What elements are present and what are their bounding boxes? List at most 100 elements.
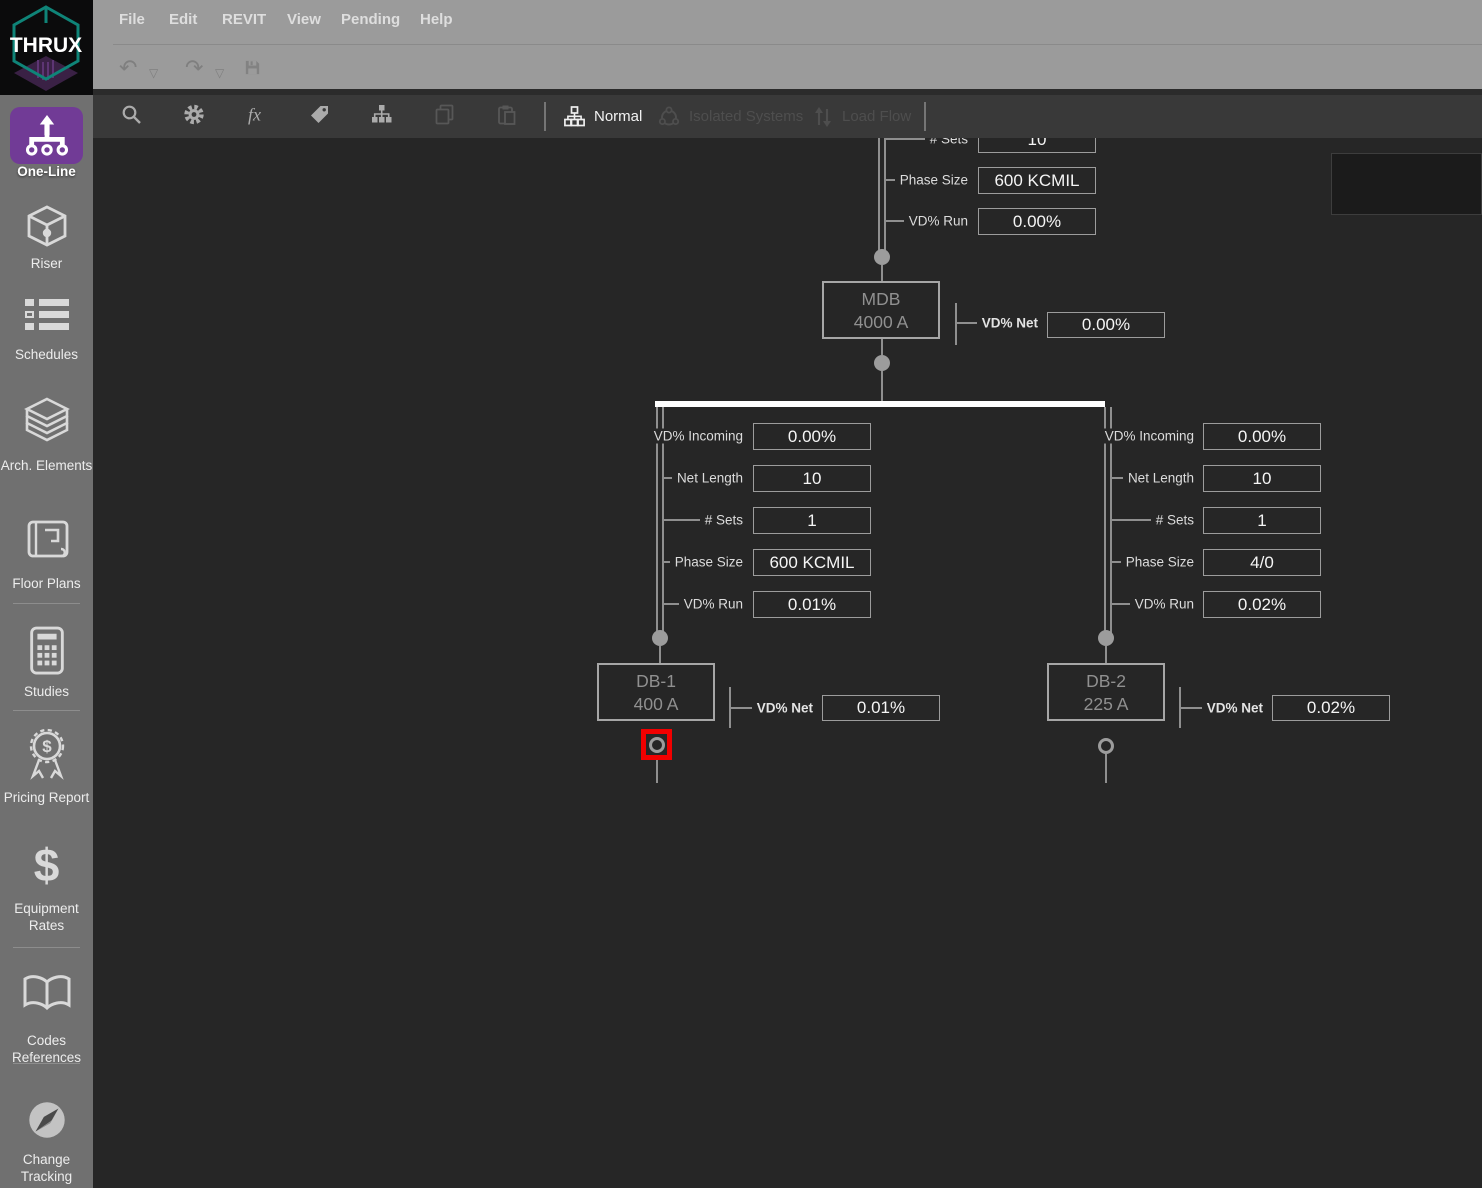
floor-plans-icon	[21, 515, 73, 565]
field-label: # Sets	[700, 513, 748, 528]
codes-references-icon	[21, 972, 73, 1014]
mode-load-flow-label: Load Flow	[842, 108, 911, 125]
field-value-box[interactable]: 4/0	[1203, 549, 1321, 576]
field-label: # Sets	[1151, 513, 1199, 528]
feeder-node[interactable]	[1098, 630, 1114, 646]
field-label: Phase Size	[895, 173, 973, 188]
redo-dropdown-icon[interactable]: ▽	[215, 62, 224, 84]
one-line-active-tile	[10, 107, 83, 164]
field-value-box[interactable]: 0.00%	[978, 208, 1096, 235]
tag-icon[interactable]	[309, 104, 330, 130]
sidebar-item-label: Riser	[0, 255, 93, 272]
isolated-systems-icon	[658, 106, 680, 128]
app-logo: THRUX	[0, 0, 93, 95]
net-label: VD% Net	[752, 701, 818, 716]
field-value-box[interactable]: 10	[753, 465, 871, 492]
feeder-node[interactable]	[874, 355, 890, 371]
floating-panel	[1331, 153, 1482, 215]
field-value-box[interactable]: 10	[978, 138, 1096, 153]
paste-icon[interactable]	[496, 104, 517, 130]
incoming-feeder-line[interactable]	[878, 138, 886, 250]
selection-highlight	[641, 729, 672, 760]
field-value-box[interactable]: 1	[1203, 507, 1321, 534]
menu-edit[interactable]: Edit	[169, 11, 197, 28]
connector-line	[881, 371, 883, 401]
equipment-rating: 225 A	[1084, 694, 1129, 714]
menu-view[interactable]: View	[287, 11, 321, 28]
sidebar-item-label: Arch. Elements	[0, 457, 93, 474]
one-line-canvas[interactable]: # Sets 10 Phase Size 600 KCMIL VD% Run 0…	[93, 138, 1482, 1188]
connector-line	[881, 265, 883, 281]
copy-icon[interactable]	[434, 104, 455, 130]
riser-icon	[23, 205, 71, 251]
toolbar-separator	[544, 102, 546, 131]
mode-normal-button[interactable]: Normal	[564, 95, 642, 138]
logo-text: THRUX	[10, 34, 82, 57]
undo-icon[interactable]: ↶	[119, 57, 137, 79]
sidebar-item-one-line[interactable]: One-Line	[0, 95, 93, 185]
search-icon[interactable]	[121, 104, 142, 130]
field-value-box[interactable]: 0.02%	[1203, 591, 1321, 618]
equipment-rates-icon: $	[34, 842, 60, 888]
load-node[interactable]	[1098, 738, 1114, 754]
equipment-rating: 4000 A	[854, 312, 909, 332]
menu-pending[interactable]: Pending	[341, 11, 400, 28]
field-label: Phase Size	[670, 555, 748, 570]
field-label: Net Length	[1123, 471, 1199, 486]
feeder-node[interactable]	[652, 630, 668, 646]
schedules-icon	[23, 297, 71, 333]
field-label: VD% Incoming	[649, 429, 748, 444]
one-line-icon	[24, 114, 70, 158]
net-value-box[interactable]: 0.02%	[1272, 695, 1390, 721]
field-label: VD% Run	[1130, 597, 1199, 612]
sidebar-item-label: Schedules	[0, 346, 93, 363]
one-line-icon[interactable]	[371, 104, 392, 130]
sidebar-separator	[13, 603, 80, 604]
redo-icon[interactable]: ↷	[185, 57, 203, 79]
equipment-name: MDB	[862, 289, 901, 309]
field-label: # Sets	[925, 138, 973, 147]
app-window: # Sets 10 Phase Size 600 KCMIL VD% Run 0…	[0, 0, 1482, 1188]
sidebar-item-label: Studies	[0, 683, 93, 700]
field-value-box[interactable]: 600 KCMIL	[753, 549, 871, 576]
sidebar-item-label: One-Line	[0, 163, 93, 180]
menu-file[interactable]: File	[119, 11, 145, 28]
equipment-box-db1[interactable]: DB-1 400 A	[597, 663, 715, 721]
sidebar-separator	[13, 947, 80, 948]
net-label: VD% Net	[977, 316, 1043, 331]
field-label: Net Length	[672, 471, 748, 486]
save-icon[interactable]	[243, 58, 262, 83]
field-value-box[interactable]: 600 KCMIL	[978, 167, 1096, 194]
field-value-box[interactable]: 0.00%	[753, 423, 871, 450]
load-flow-icon	[813, 106, 833, 128]
equipment-box-db2[interactable]: DB-2 225 A	[1047, 663, 1165, 721]
net-stub-line	[955, 303, 957, 345]
field-value-box[interactable]: 0.00%	[1203, 423, 1321, 450]
net-value-box[interactable]: 0.00%	[1047, 312, 1165, 338]
feeder-node[interactable]	[874, 249, 890, 265]
mode-isolated-systems-button[interactable]: Isolated Systems	[658, 95, 803, 138]
equipment-box-mdb[interactable]: MDB 4000 A	[822, 281, 940, 339]
function-fx-icon[interactable]: fx	[245, 103, 271, 130]
connector-line	[881, 339, 883, 355]
svg-text:fx: fx	[248, 104, 261, 124]
field-value-box[interactable]: 0.01%	[753, 591, 871, 618]
sidebar-separator	[13, 710, 80, 711]
net-value-box[interactable]: 0.01%	[822, 695, 940, 721]
menu-separator	[113, 44, 1482, 45]
mode-load-flow-button[interactable]: Load Flow	[813, 95, 911, 138]
field-value-box[interactable]: 10	[1203, 465, 1321, 492]
menu-help[interactable]: Help	[420, 11, 453, 28]
toolbar-separator	[924, 102, 926, 131]
menu-revit[interactable]: REVIT	[222, 11, 266, 28]
mode-normal-label: Normal	[594, 108, 642, 125]
field-label: VD% Run	[679, 597, 748, 612]
change-tracking-icon	[22, 1095, 72, 1145]
settings-gear-icon[interactable]	[183, 103, 205, 130]
bus-bar[interactable]	[655, 401, 1105, 407]
equipment-name: DB-1	[636, 671, 676, 691]
undo-dropdown-icon[interactable]: ▽	[149, 62, 158, 84]
field-label: VD% Incoming	[1100, 429, 1199, 444]
field-value-box[interactable]: 1	[753, 507, 871, 534]
mode-isolated-systems-label: Isolated Systems	[689, 108, 803, 125]
